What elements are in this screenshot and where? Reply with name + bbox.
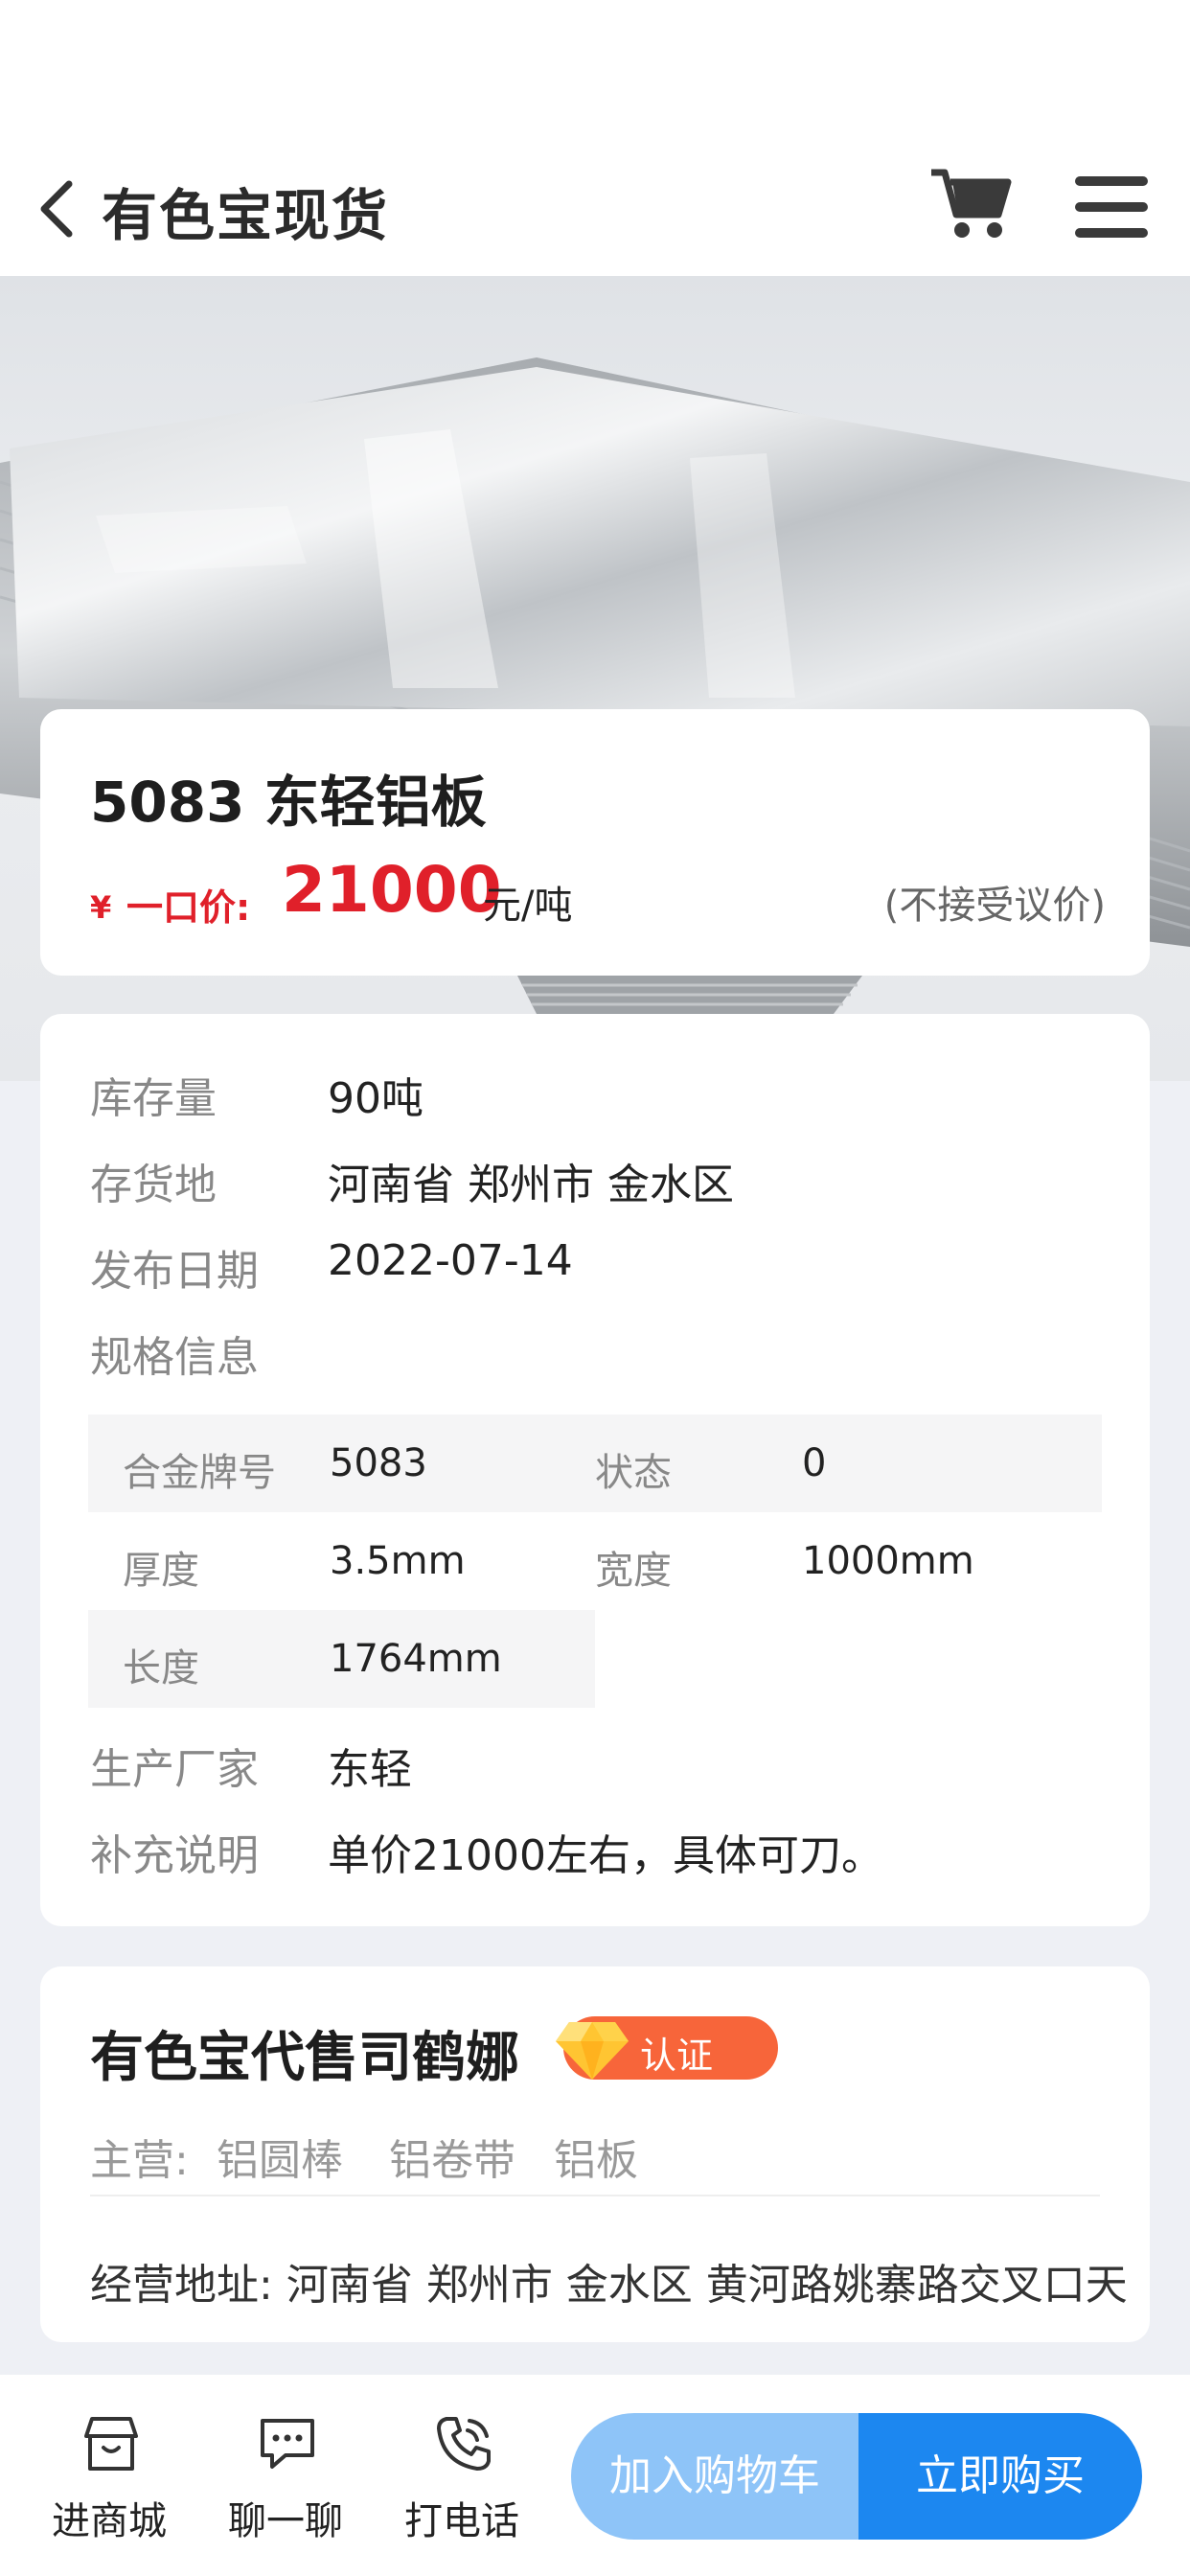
verified-badge: 认证	[556, 2016, 778, 2080]
date-value: 2022-07-14	[328, 1236, 573, 1285]
product-detail-page: 有色宝现货 5083 东轻铝板 ¥ 一口价: 21000 元/吨 (不接受议价)…	[0, 0, 1190, 2576]
info-row-note: 补充说明 单价21000左右，具体可刀。	[90, 1821, 1106, 1880]
top-header: 有色宝现货	[0, 0, 1190, 276]
main-business-item: 铝卷带	[389, 2136, 515, 2185]
menu-icon[interactable]	[1075, 176, 1148, 238]
seller-card[interactable]: 有色宝代售司鹤娜 认证 主营: 铝圆棒 铝卷带 铝板 经营地址: 河南省 郑州市…	[40, 1966, 1150, 2342]
back-arrow-icon[interactable]	[36, 178, 77, 240]
address-label: 经营地址:	[90, 2261, 273, 2310]
spec-alloy: 合金牌号 5083	[88, 1414, 595, 1512]
price-row: ¥ 一口价: 21000 元/吨 (不接受议价)	[90, 853, 1106, 930]
spec-state-label: 状态	[595, 1451, 672, 1495]
stock-value: 90吨	[328, 1074, 423, 1123]
chat-label: 聊一聊	[228, 2499, 343, 2543]
spec-table: 合金牌号 5083 状态 0 厚度 3.5mm 宽度 1000mm 长度 176…	[88, 1414, 1102, 1708]
store-button[interactable]: 进商城	[33, 2413, 186, 2557]
page-title: 有色宝现货	[102, 183, 390, 248]
spec-width-label: 宽度	[595, 1549, 672, 1593]
currency-symbol: ¥	[90, 889, 112, 926]
main-business-item: 铝圆棒	[217, 2136, 343, 2185]
price-unit: 元/吨	[483, 884, 573, 928]
spec-width-value: 1000mm	[802, 1539, 974, 1583]
add-to-cart-button[interactable]: 加入购物车	[571, 2413, 858, 2540]
product-name: 5083 东轻铝板	[90, 770, 487, 835]
info-row-date: 发布日期 2022-07-14	[90, 1236, 1106, 1296]
chat-button[interactable]: 聊一聊	[209, 2413, 362, 2557]
call-button[interactable]: 打电话	[385, 2413, 538, 2557]
main-business: 主营: 铝圆棒 铝卷带 铝板	[90, 2126, 1106, 2185]
divider	[90, 2195, 1100, 2196]
spec-alloy-value: 5083	[330, 1441, 427, 1485]
info-row-location: 存货地 河南省 郑州市 金水区	[90, 1150, 1106, 1209]
stock-label: 库存量	[90, 1074, 217, 1123]
location-value: 河南省 郑州市 金水区	[328, 1161, 734, 1209]
seller-name: 有色宝代售司鹤娜	[90, 2027, 519, 2089]
spec-thickness: 厚度 3.5mm	[88, 1512, 595, 1610]
main-business-item: 铝板	[554, 2136, 638, 2185]
spec-state-value: 0	[802, 1441, 827, 1485]
diamond-icon	[556, 2022, 629, 2080]
note-label: 补充说明	[90, 1831, 259, 1880]
address-value: 河南省 郑州市 金水区 黄河路姚寨路交叉口天	[286, 2261, 1128, 2310]
info-row-stock: 库存量 90吨	[90, 1064, 1106, 1123]
spec-length: 长度 1764mm	[88, 1610, 595, 1708]
location-label: 存货地	[90, 1161, 217, 1209]
store-icon	[84, 2417, 138, 2471]
main-business-label: 主营:	[90, 2136, 189, 2185]
shopping-cart-icon[interactable]	[929, 165, 1016, 242]
spec-length-value: 1764mm	[330, 1637, 502, 1681]
bargain-note: (不接受议价)	[883, 884, 1106, 928]
product-info-card: 库存量 90吨 存货地 河南省 郑州市 金水区 发布日期 2022-07-14 …	[40, 1014, 1150, 1926]
business-address: 经营地址: 河南省 郑州市 金水区 黄河路姚寨路交叉口天	[90, 2250, 1128, 2312]
info-row-spec: 规格信息	[90, 1322, 1106, 1382]
phone-icon	[437, 2417, 491, 2471]
spec-thickness-label: 厚度	[123, 1549, 199, 1593]
bottom-action-bar: 进商城 聊一聊 打电话 加入购物车 立即购买	[0, 2375, 1190, 2576]
info-row-manufacturer: 生产厂家 东轻	[90, 1735, 1106, 1794]
price-value: 21000	[282, 853, 502, 927]
spec-length-label: 长度	[123, 1646, 199, 1690]
call-label: 打电话	[404, 2499, 519, 2543]
spec-state: 状态 0	[595, 1414, 1102, 1512]
manufacturer-value: 东轻	[328, 1745, 412, 1794]
buy-now-button[interactable]: 立即购买	[858, 2413, 1142, 2540]
price-label: 一口价:	[126, 886, 251, 929]
verified-badge-label: 认证	[640, 2035, 714, 2077]
spec-alloy-label: 合金牌号	[123, 1451, 276, 1495]
price-card: 5083 东轻铝板 ¥ 一口价: 21000 元/吨 (不接受议价)	[40, 709, 1150, 976]
date-label: 发布日期	[90, 1247, 259, 1296]
manufacturer-label: 生产厂家	[90, 1745, 259, 1794]
chat-icon	[261, 2419, 314, 2469]
spec-thickness-value: 3.5mm	[330, 1539, 466, 1583]
spec-width: 宽度 1000mm	[595, 1512, 1102, 1610]
note-value: 单价21000左右，具体可刀。	[328, 1831, 883, 1880]
spec-label: 规格信息	[90, 1333, 259, 1382]
store-label: 进商城	[52, 2499, 167, 2543]
